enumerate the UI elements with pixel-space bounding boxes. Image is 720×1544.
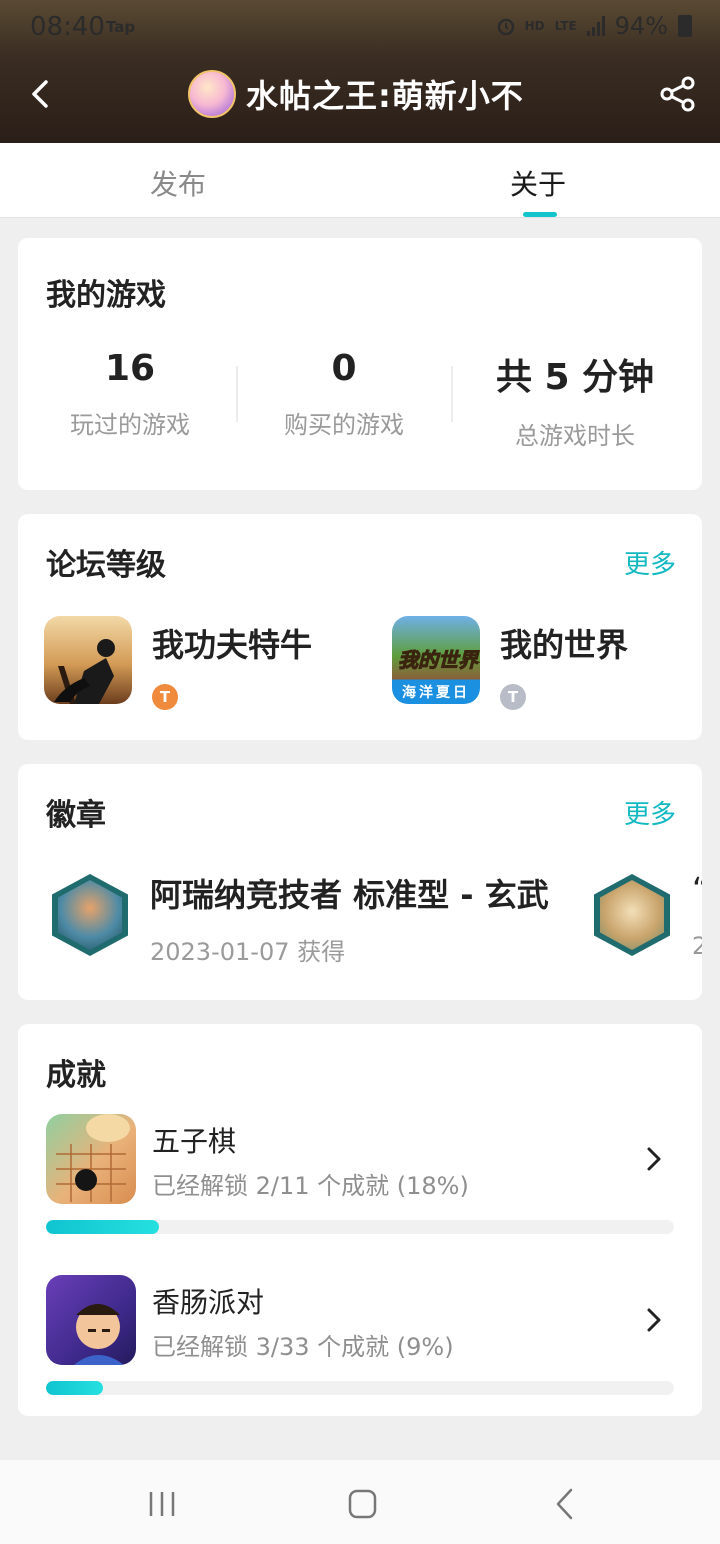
alarm-icon: [497, 18, 514, 36]
avatar[interactable]: [188, 70, 236, 118]
signal-icon: [586, 16, 605, 36]
tab-bar: 发布 关于: [0, 143, 720, 218]
home-button[interactable]: [342, 1484, 382, 1524]
forum-item-kungfu[interactable]: 我功夫特牛 T: [44, 616, 312, 710]
tab-publish[interactable]: 发布: [150, 163, 206, 203]
back-button[interactable]: [22, 74, 62, 114]
sausage-party-game-icon: [46, 1275, 136, 1365]
forum-item-minecraft[interactable]: 我的世界 海洋夏日 我的世界 T: [392, 616, 628, 710]
forum-more-link[interactable]: 更多: [624, 544, 676, 581]
forum-item-name: 我功夫特牛: [152, 626, 313, 664]
achievement-progress-bar: [46, 1381, 674, 1395]
badge-name[interactable]: “: [692, 870, 702, 908]
chevron-right-icon: [647, 1308, 661, 1332]
stat-playtime[interactable]: 共 5 分钟 总游戏时长: [460, 348, 690, 451]
achievement-progress-text: 已经解锁 2/11 个成就 (18%): [152, 1172, 469, 1200]
stat-purchased[interactable]: 0 购买的游戏: [244, 348, 444, 440]
status-app-tag: Tap: [106, 18, 136, 36]
hd-indicator: HD: [524, 19, 545, 33]
battery-percent: 94%: [614, 12, 668, 40]
stat-playtime-label: 总游戏时长: [515, 422, 635, 450]
page-title: 水帖之王:萌新小不: [246, 77, 524, 115]
achievement-progress-text: 已经解锁 3/33 个成就 (9%): [152, 1333, 454, 1361]
forum-item-info: 我的世界 T: [500, 616, 628, 710]
status-bar: 08:40 Tap HD LTE 94%: [0, 0, 720, 56]
chevron-right-icon: [647, 1147, 661, 1171]
nav-bar: 水帖之王:萌新小不: [0, 56, 720, 143]
cartoon-badge-icon[interactable]: [594, 874, 670, 956]
divider: [236, 366, 238, 422]
status-time: 08:40: [30, 12, 105, 42]
badge-name[interactable]: 阿瑞纳竞技者 标准型 - 玄武: [150, 870, 549, 916]
achievement-game-name: 五子棋: [152, 1125, 237, 1158]
arena-badge-icon[interactable]: [52, 874, 128, 956]
achievement-row-sausage-party[interactable]: 香肠派对 已经解锁 3/33 个成就 (9%): [46, 1275, 674, 1405]
tab-indicator: [523, 212, 557, 217]
minecraft-game-icon: 我的世界 海洋夏日: [392, 616, 480, 704]
share-button[interactable]: [658, 74, 698, 114]
system-nav-bar: [0, 1460, 720, 1544]
stat-played-value: 16: [104, 348, 156, 389]
gomoku-game-icon: [46, 1114, 136, 1204]
achievement-row-gomoku[interactable]: 五子棋 已经解锁 2/11 个成就 (18%): [46, 1114, 674, 1244]
forum-level-card: 论坛等级 更多 我功夫特牛 T 我的世界 海洋夏日 我的世界 T: [18, 514, 702, 740]
my-games-card: 我的游戏 16 玩过的游戏 0 购买的游戏 共 5 分钟 总游戏时长: [18, 238, 702, 490]
recent-apps-button[interactable]: [142, 1484, 182, 1524]
stat-played-label: 玩过的游戏: [70, 411, 190, 439]
stat-purchased-label: 购买的游戏: [284, 411, 404, 439]
sausage-character-icon: [74, 1304, 124, 1365]
level-badge: T: [152, 684, 178, 710]
achievement-progress-bar: [46, 1220, 674, 1234]
achievements-card: 成就 五子棋 已经解锁 2/11 个成就 (18%) 香肠派对 已经解锁 3/3…: [18, 1024, 702, 1416]
minecraft-icon-caption: 海洋夏日: [402, 685, 470, 701]
achievement-progress-fill: [46, 1220, 160, 1234]
forum-level-title: 论坛等级: [46, 548, 166, 583]
badges-more-link[interactable]: 更多: [624, 794, 676, 831]
stat-purchased-value: 0: [331, 348, 357, 389]
gomoku-board-icon: [56, 1114, 130, 1202]
achievements-title: 成就: [46, 1058, 106, 1093]
stat-playtime-value: 共 5 分钟: [495, 357, 655, 398]
stat-played[interactable]: 16 玩过的游戏: [30, 348, 230, 440]
level-badge: T: [500, 684, 526, 710]
badges-title: 徽章: [46, 798, 106, 833]
badge-date: 2: [692, 932, 702, 960]
forum-item-name: 我的世界: [500, 626, 629, 664]
kungfu-game-icon: [44, 616, 132, 704]
lte-indicator: LTE: [554, 19, 577, 33]
kungfu-figure-icon: [54, 639, 115, 704]
badge-date: 2023-01-07 获得: [150, 938, 346, 966]
title-group: 水帖之王:萌新小不: [188, 68, 524, 120]
status-indicators: HD LTE 94%: [497, 12, 692, 40]
my-games-title: 我的游戏: [46, 278, 166, 313]
header: 08:40 Tap HD LTE 94% 水帖之王:萌新小不: [0, 0, 720, 143]
achievement-game-name: 香肠派对: [152, 1286, 265, 1319]
tab-about[interactable]: 关于: [510, 163, 566, 203]
share-icon: [660, 76, 695, 112]
minecraft-icon-text: 我的世界: [398, 648, 479, 673]
system-back-button[interactable]: [546, 1484, 586, 1524]
forum-item-info: 我功夫特牛 T: [152, 616, 312, 710]
badges-card: 徽章 更多 阿瑞纳竞技者 标准型 - 玄武 2023-01-07 获得 “ 2: [18, 764, 702, 1000]
battery-icon: [678, 15, 692, 37]
divider: [451, 366, 453, 422]
achievement-progress-fill: [46, 1381, 103, 1395]
